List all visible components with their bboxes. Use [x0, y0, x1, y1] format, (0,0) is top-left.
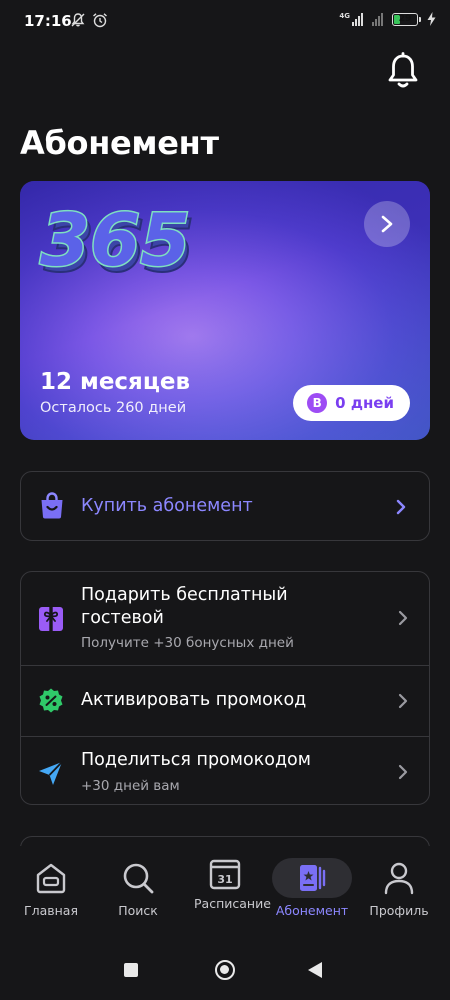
chevron-right-icon: [396, 499, 406, 515]
nav-home-label: Главная: [24, 903, 78, 918]
nav-schedule[interactable]: 31 Расписание: [180, 846, 271, 946]
back-icon[interactable]: [308, 962, 322, 978]
percent-badge-icon: [39, 688, 63, 713]
card-open-button[interactable]: [364, 201, 410, 247]
chevron-right-icon: [398, 693, 408, 709]
list-item-gift-guest[interactable]: Подарить бесплатный гостевой Получите +3…: [21, 572, 429, 665]
system-nav-bar: [0, 946, 450, 1000]
activate-promo-title: Активировать промокод: [81, 690, 307, 710]
page-title: Абонемент: [20, 124, 219, 162]
recent-apps-icon[interactable]: [124, 963, 138, 977]
gift-icon: [39, 607, 63, 631]
bottom-nav: Главная Поиск 31 Расписание Абонемент Пр…: [0, 846, 450, 946]
share-promo-subtitle: +30 дней вам: [81, 778, 180, 794]
alarm-icon: [93, 13, 107, 28]
options-list: Подарить бесплатный гостевой Получите +3…: [20, 571, 430, 805]
share-promo-title: Поделиться промокодом: [81, 750, 311, 770]
subscription-period: 12 месяцев: [40, 369, 191, 395]
signal-icon: 4G: [339, 11, 363, 26]
bonus-icon: B: [307, 393, 328, 413]
notifications-bell-icon[interactable]: [386, 52, 420, 90]
chevron-right-icon: [398, 764, 408, 780]
notifications-muted-icon: [71, 13, 85, 27]
nav-membership-label: Абонемент: [275, 903, 349, 918]
gift-guest-title: Подарить бесплатный гостевой: [81, 585, 288, 628]
bonus-days-text: 0 дней: [335, 394, 394, 412]
subscription-card[interactable]: 365 365 12 месяцев Осталось 260 дней B 0…: [20, 181, 430, 440]
chevron-right-icon: [398, 610, 408, 626]
gift-guest-subtitle: Получите +30 бонусных дней: [81, 635, 294, 651]
nav-search-label: Поиск: [118, 903, 158, 918]
calendar-day-text: 31: [217, 873, 232, 886]
status-bar: 17:16 4G 29: [0, 0, 450, 44]
nav-search[interactable]: Поиск: [93, 846, 183, 946]
status-time: 17:16: [24, 12, 72, 30]
battery-level: 29: [398, 14, 412, 24]
charging-icon: [427, 12, 436, 26]
list-item-activate-promo[interactable]: Активировать промокод: [21, 665, 429, 736]
send-icon: [39, 761, 63, 785]
membership-card-icon: [300, 865, 326, 891]
list-item-share-promo[interactable]: Поделиться промокодом +30 дней вам: [21, 736, 429, 804]
nav-home[interactable]: Главная: [6, 846, 96, 946]
nav-membership[interactable]: Абонемент: [267, 846, 357, 946]
search-icon: [123, 863, 154, 894]
buy-subscription-button[interactable]: Купить абонемент: [20, 471, 430, 541]
battery-icon: 29: [392, 12, 421, 26]
bonus-days-badge[interactable]: B 0 дней: [293, 385, 410, 421]
logo-365: 365 365: [39, 197, 196, 286]
network-type-label: 4G: [339, 11, 350, 20]
nav-schedule-label: Расписание: [194, 896, 271, 911]
calendar-icon: 31: [209, 859, 241, 890]
profile-icon: [384, 862, 414, 895]
home-icon: [36, 863, 66, 894]
shopping-bag-icon: [41, 492, 63, 519]
home-button-icon[interactable]: [215, 960, 235, 980]
logo-365-text: 365: [40, 198, 190, 282]
chevron-right-icon: [381, 215, 393, 233]
nav-profile-label: Профиль: [369, 903, 429, 918]
buy-subscription-label: Купить абонемент: [81, 496, 253, 516]
nav-profile[interactable]: Профиль: [354, 846, 444, 946]
signal-icon-sim2: [372, 12, 383, 26]
subscription-remaining: Осталось 260 дней: [40, 400, 187, 416]
